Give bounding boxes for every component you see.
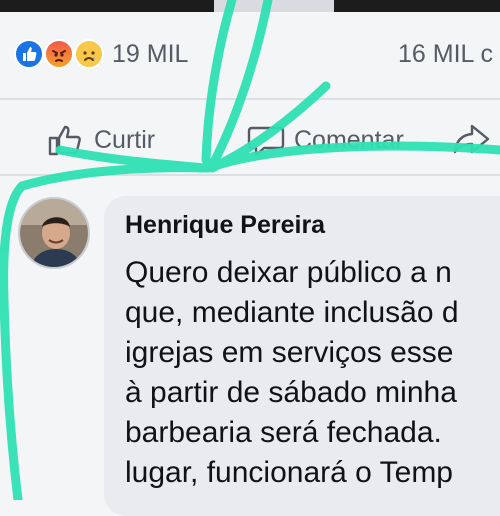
avatar[interactable] <box>18 197 90 269</box>
comment-author[interactable]: Henrique Pereira <box>125 211 325 240</box>
comment-text-line: barbearia será fechada. <box>125 416 442 449</box>
reaction-count[interactable]: 19 MIL <box>112 40 188 69</box>
angry-icon <box>44 39 74 69</box>
like-icon <box>14 39 44 69</box>
sad-icon <box>74 39 104 69</box>
comment-text-line: Quero deixar público a n <box>125 256 452 289</box>
post-stats-row: 19 MIL 16 MIL c <box>0 26 500 82</box>
stats-divider <box>0 98 500 100</box>
comment-label: Comentar <box>294 125 404 154</box>
thumbs-up-icon <box>48 125 81 156</box>
share-icon <box>453 124 490 154</box>
like-label: Curtir <box>94 125 156 154</box>
comment-count[interactable]: 16 MIL c <box>398 40 493 69</box>
share-button[interactable] <box>452 122 500 158</box>
post-actions-row: Curtir Comentar <box>0 108 500 172</box>
comment-text-line: igrejas em serviços esse <box>125 336 454 369</box>
actions-divider <box>0 174 500 176</box>
comment-text-line: à partir de sábado minha <box>125 376 457 409</box>
comment-text-line: lugar, funcionará o Temp <box>125 456 453 489</box>
comment-icon <box>247 126 285 157</box>
like-button[interactable]: Curtir <box>46 122 155 158</box>
comment-button[interactable]: Comentar <box>246 122 404 158</box>
comment-text-line: que, mediante inclusão d <box>125 296 459 329</box>
profile-photo <box>20 199 88 267</box>
top-bar-highlight <box>214 0 334 12</box>
